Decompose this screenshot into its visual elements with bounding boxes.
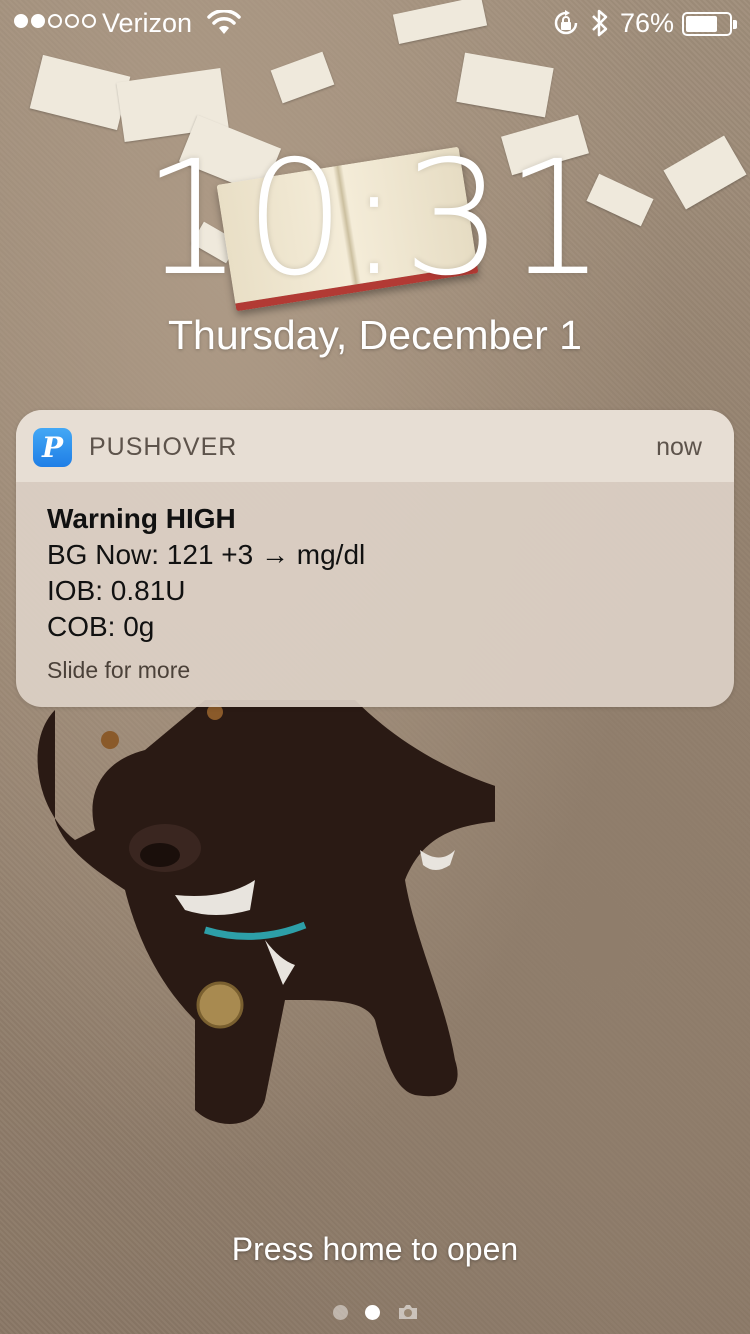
paper-scrap — [456, 52, 554, 118]
notification-slide-hint: Slide for more — [47, 657, 191, 683]
camera-icon[interactable] — [397, 1303, 419, 1321]
page-indicator[interactable] — [333, 1303, 419, 1321]
carrier-name: Verizon — [102, 8, 193, 38]
signal-dot — [65, 14, 79, 28]
paper-scrap — [29, 54, 131, 131]
signal-dot — [14, 14, 28, 28]
lock-screen-date: Thursday, December 1 — [168, 312, 582, 358]
notification-body: Warning HIGH BG Now: 121 +3 → mg/dl IOB:… — [47, 500, 704, 684]
lock-screen-time: 10:31 — [142, 127, 608, 311]
signal-dot — [48, 14, 62, 28]
notification-card[interactable]: P PUSHOVER now Warning HIGH BG Now: 121 … — [16, 410, 734, 707]
notification-line-bg: BG Now: 121 +3 → mg/dl — [47, 539, 366, 570]
paper-scrap — [270, 51, 335, 104]
battery-percentage: 76% — [620, 8, 675, 38]
battery-tip — [733, 20, 737, 29]
dog — [37, 700, 495, 1124]
rotation-lock-icon — [554, 10, 578, 35]
signal-strength-icon — [14, 14, 96, 28]
press-home-prompt: Press home to open — [231, 1231, 519, 1267]
notification-time: now — [656, 433, 702, 461]
notification-header: P PUSHOVER now — [16, 410, 734, 482]
battery-icon — [682, 12, 737, 36]
notification-title: Warning HIGH — [47, 503, 236, 534]
notification-app-name: PUSHOVER — [89, 433, 238, 461]
wifi-icon — [207, 10, 241, 34]
battery-fill — [686, 16, 717, 32]
notification-line-cob: COB: 0g — [47, 611, 155, 642]
status-bar: Verizon 76% — [0, 0, 750, 48]
signal-dot — [31, 14, 45, 28]
bluetooth-icon — [592, 9, 608, 37]
pushover-app-icon: P — [33, 428, 72, 467]
notification-line-iob: IOB: 0.81U — [47, 575, 186, 606]
page-dot[interactable] — [333, 1304, 348, 1320]
signal-dot — [82, 14, 96, 28]
page-dot-active[interactable] — [365, 1304, 380, 1320]
